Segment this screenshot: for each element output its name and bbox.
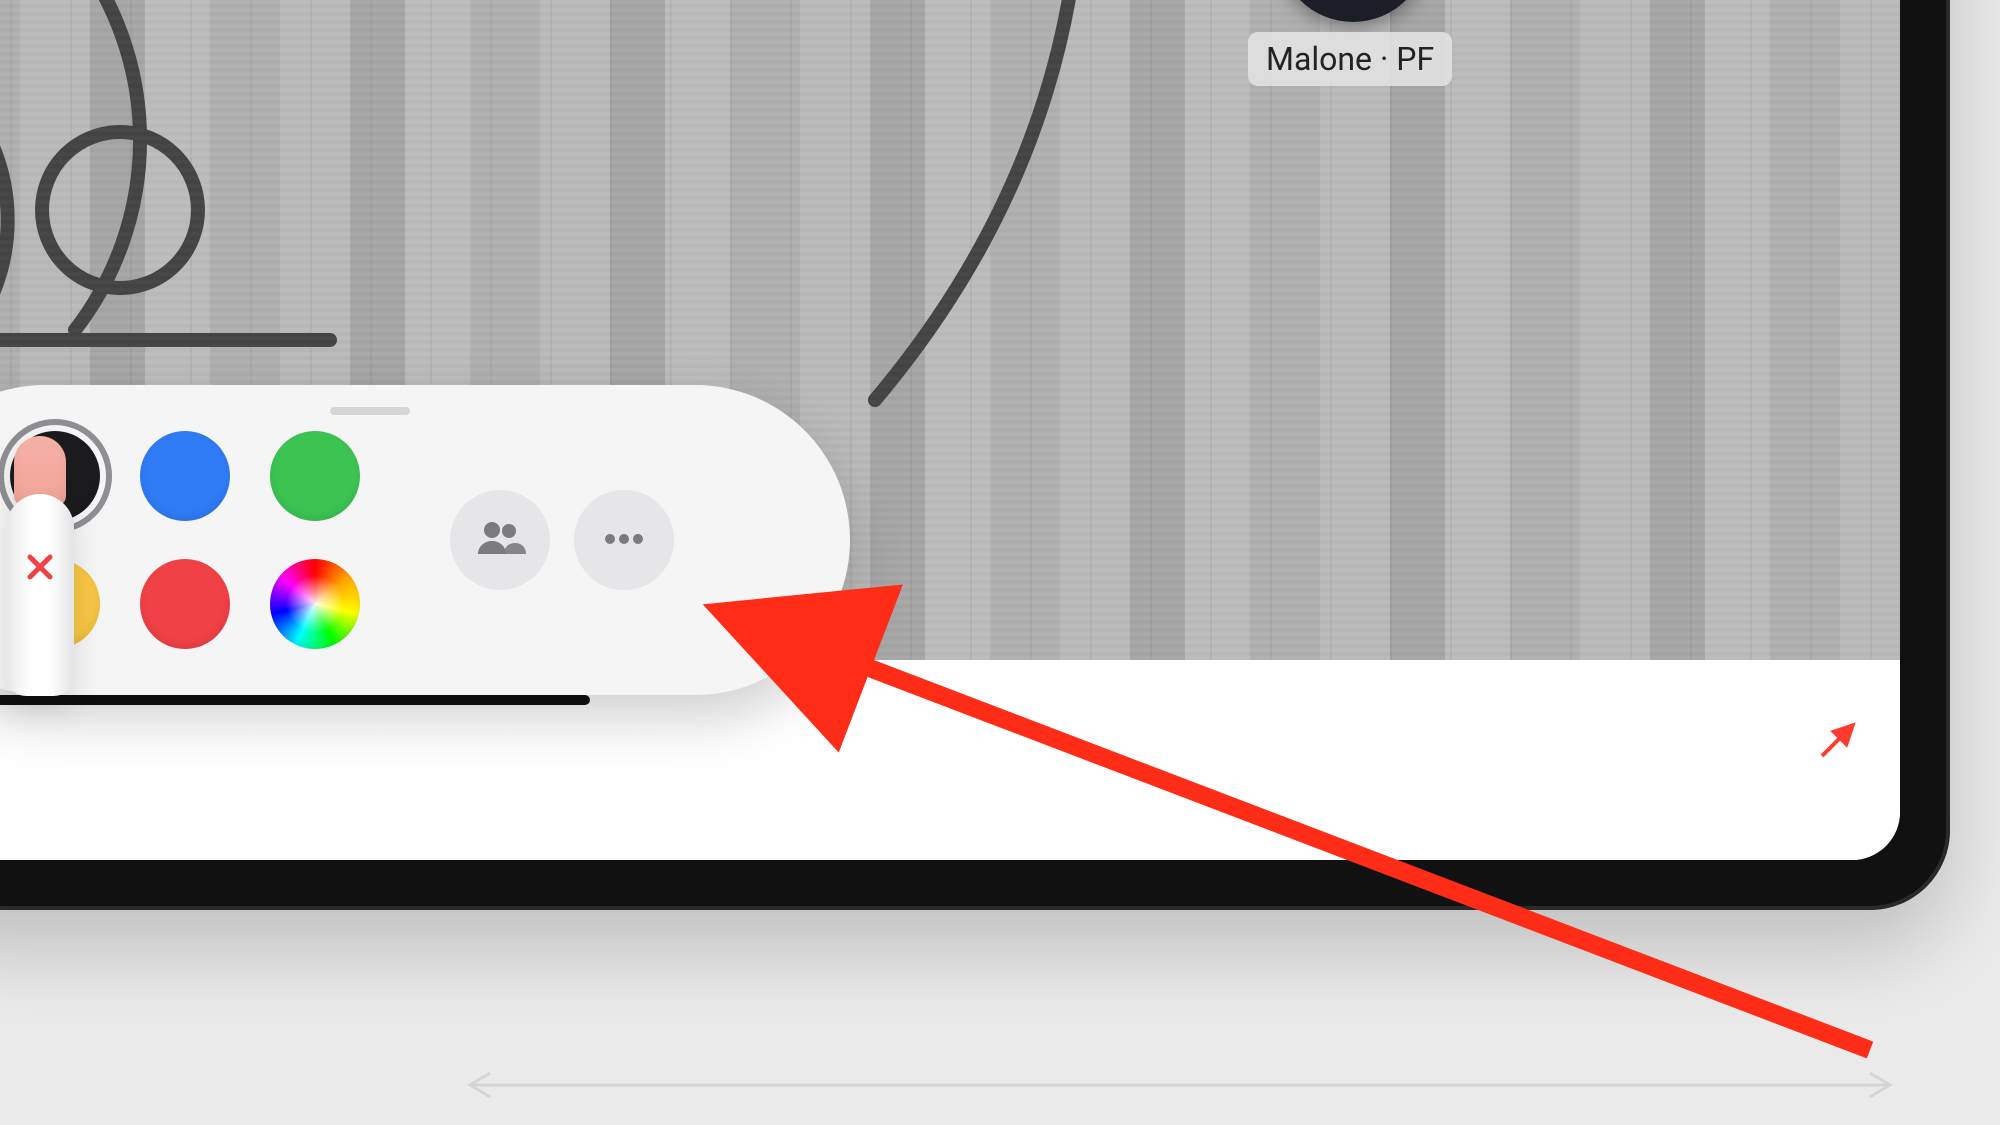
eraser-body bbox=[6, 494, 74, 696]
device-frame: PF Malone · PF bbox=[0, 0, 1950, 910]
color-swatch-blue[interactable] bbox=[140, 431, 230, 521]
people-icon bbox=[474, 520, 526, 560]
draw-arrow-cue-icon[interactable] bbox=[1816, 718, 1860, 766]
palette-tool-buttons bbox=[450, 490, 674, 590]
stage: PF Malone · PF bbox=[0, 0, 2000, 1125]
eraser-tool[interactable] bbox=[6, 436, 74, 696]
players-button[interactable] bbox=[450, 490, 550, 590]
color-swatch-red[interactable] bbox=[140, 559, 230, 649]
timeline-scrubber[interactable] bbox=[0, 695, 590, 705]
scroll-hint-icon bbox=[440, 1067, 1920, 1103]
color-swatch-rainbow[interactable] bbox=[270, 559, 360, 649]
color-swatch-green[interactable] bbox=[270, 431, 360, 521]
player-token-label: Malone · PF bbox=[1248, 32, 1452, 86]
more-button[interactable] bbox=[574, 490, 674, 590]
color-palette bbox=[0, 385, 850, 695]
close-icon bbox=[25, 494, 55, 586]
device-screen: PF Malone · PF bbox=[0, 0, 1900, 860]
palette-grabber[interactable] bbox=[330, 407, 410, 415]
more-icon bbox=[602, 531, 646, 550]
